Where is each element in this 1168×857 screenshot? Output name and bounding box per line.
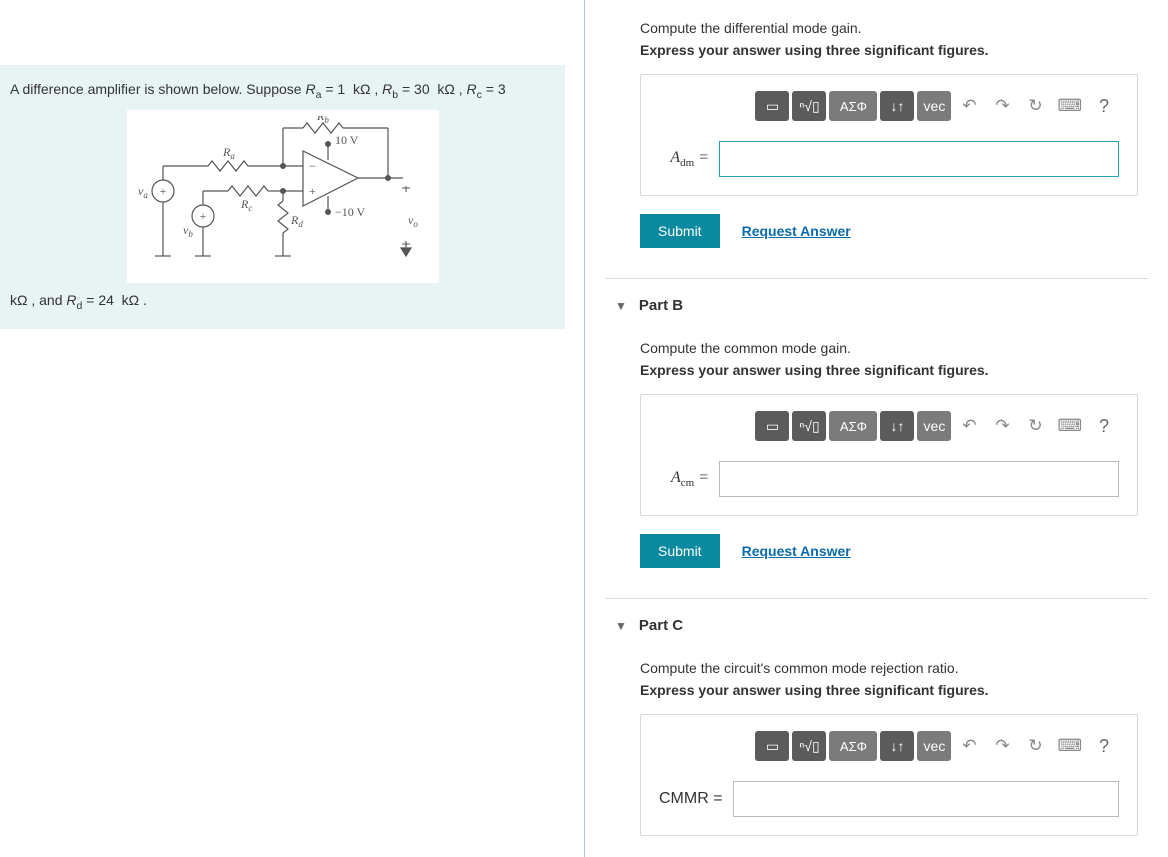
caret-down-icon: ▼ xyxy=(615,299,627,313)
part-c-input[interactable] xyxy=(733,781,1119,817)
vec-button[interactable]: vec xyxy=(917,411,951,441)
undo-button[interactable]: ↶ xyxy=(954,411,984,441)
vec-button[interactable]: vec xyxy=(917,91,951,121)
part-b-header[interactable]: ▼ Part B xyxy=(605,278,1148,320)
caret-down-icon: ▼ xyxy=(615,619,627,633)
part-a-input[interactable] xyxy=(719,141,1119,177)
svg-text:+: + xyxy=(199,209,206,223)
part-c-answer-box: ▭ ⁿ√▯ ΑΣΦ ↓↑ vec ↶ ↷ ↻ ⌨ ? CMMR = xyxy=(640,714,1138,836)
part-c-toolbar: ▭ ⁿ√▯ ΑΣΦ ↓↑ vec ↶ ↷ ↻ ⌨ ? xyxy=(659,731,1119,761)
problem-statement: A difference amplifier is shown below. S… xyxy=(0,65,565,329)
help-button[interactable]: ? xyxy=(1089,731,1119,761)
part-a-submit-button[interactable]: Submit xyxy=(640,214,720,248)
reset-button[interactable]: ↻ xyxy=(1020,731,1050,761)
help-button[interactable]: ? xyxy=(1089,91,1119,121)
greek-button[interactable]: ΑΣΦ xyxy=(829,411,877,441)
part-b-intro: Compute the common mode gain. xyxy=(640,340,1148,356)
reset-button[interactable]: ↻ xyxy=(1020,91,1050,121)
part-c-hint: Express your answer using three signific… xyxy=(640,682,1148,698)
part-b-answer-box: ▭ ⁿ√▯ ΑΣΦ ↓↑ vec ↶ ↷ ↻ ⌨ ? Acm = xyxy=(640,394,1138,516)
keyboard-button[interactable]: ⌨ xyxy=(1053,91,1086,121)
svg-text:Rc: Rc xyxy=(240,197,252,213)
part-a-var-label: Adm = xyxy=(659,149,709,169)
svg-text:vo: vo xyxy=(408,213,418,229)
svg-text:va: va xyxy=(138,184,148,200)
svg-text:Rd: Rd xyxy=(290,213,303,229)
vec-button[interactable]: vec xyxy=(917,731,951,761)
part-a-hint: Express your answer using three signific… xyxy=(640,42,1148,58)
svg-text:10 V: 10 V xyxy=(335,133,359,147)
templates-button[interactable]: ▭ xyxy=(755,411,789,441)
part-b-request-answer-link[interactable]: Request Answer xyxy=(742,543,851,559)
keyboard-button[interactable]: ⌨ xyxy=(1053,411,1086,441)
problem-panel: A difference amplifier is shown below. S… xyxy=(0,0,585,857)
svg-text:+: + xyxy=(159,184,166,198)
svg-text:+: + xyxy=(309,184,316,198)
templates-button[interactable]: ▭ xyxy=(755,731,789,761)
subsup-button[interactable]: ↓↑ xyxy=(880,411,914,441)
undo-button[interactable]: ↶ xyxy=(954,731,984,761)
reset-button[interactable]: ↻ xyxy=(1020,411,1050,441)
part-b-title: Part B xyxy=(639,297,683,314)
part-b-var-label: Acm = xyxy=(659,469,709,489)
problem-text: A difference amplifier is shown below. S… xyxy=(10,81,506,97)
greek-button[interactable]: ΑΣΦ xyxy=(829,731,877,761)
root-button[interactable]: ⁿ√▯ xyxy=(792,731,826,761)
answer-panel: Compute the differential mode gain. Expr… xyxy=(585,0,1168,857)
part-c-var-label: CMMR = xyxy=(659,790,723,808)
redo-button[interactable]: ↷ xyxy=(987,411,1017,441)
part-b-hint: Express your answer using three signific… xyxy=(640,362,1148,378)
svg-text:vb: vb xyxy=(183,223,193,239)
part-c-header[interactable]: ▼ Part C xyxy=(605,598,1148,640)
templates-button[interactable]: ▭ xyxy=(755,91,789,121)
greek-button[interactable]: ΑΣΦ xyxy=(829,91,877,121)
help-button[interactable]: ? xyxy=(1089,411,1119,441)
subsup-button[interactable]: ↓↑ xyxy=(880,91,914,121)
part-b-toolbar: ▭ ⁿ√▯ ΑΣΦ ↓↑ vec ↶ ↷ ↻ ⌨ ? xyxy=(659,411,1119,441)
svg-text:−10 V: −10 V xyxy=(335,205,366,219)
subsup-button[interactable]: ↓↑ xyxy=(880,731,914,761)
svg-text:Ra: Ra xyxy=(222,145,235,161)
part-c-intro: Compute the circuit's common mode reject… xyxy=(640,660,1148,676)
redo-button[interactable]: ↷ xyxy=(987,91,1017,121)
problem-text-2: kΩ , and Rd = 24 kΩ . xyxy=(10,292,147,308)
part-a-answer-box: ▭ ⁿ√▯ ΑΣΦ ↓↑ vec ↶ ↷ ↻ ⌨ ? Adm = xyxy=(640,74,1138,196)
undo-button[interactable]: ↶ xyxy=(954,91,984,121)
part-b-input[interactable] xyxy=(719,461,1119,497)
part-a-request-answer-link[interactable]: Request Answer xyxy=(742,223,851,239)
part-b-submit-button[interactable]: Submit xyxy=(640,534,720,568)
part-a-toolbar: ▭ ⁿ√▯ ΑΣΦ ↓↑ vec ↶ ↷ ↻ ⌨ ? xyxy=(659,91,1119,121)
root-button[interactable]: ⁿ√▯ xyxy=(792,91,826,121)
part-a-intro: Compute the differential mode gain. xyxy=(640,20,1148,36)
svg-text:−: − xyxy=(309,159,316,173)
circuit-diagram: + va + vb xyxy=(10,110,555,283)
redo-button[interactable]: ↷ xyxy=(987,731,1017,761)
keyboard-button[interactable]: ⌨ xyxy=(1053,731,1086,761)
root-button[interactable]: ⁿ√▯ xyxy=(792,411,826,441)
part-c-title: Part C xyxy=(639,617,683,634)
